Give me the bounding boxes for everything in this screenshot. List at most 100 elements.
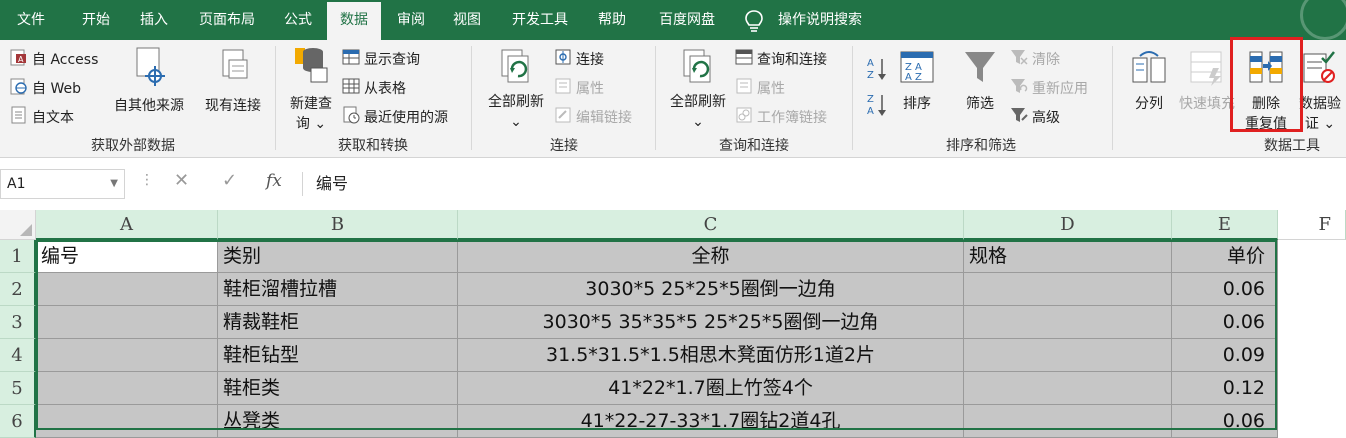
workbook-links-button[interactable]: 工作簿链接 — [735, 106, 827, 128]
separator — [852, 46, 853, 150]
from-web-button[interactable]: 自 Web — [10, 77, 81, 99]
row-header-2[interactable]: 2 — [0, 273, 36, 306]
insert-function-icon[interactable]: fx — [266, 171, 282, 191]
group-label-data-tools: 数据工具 — [1264, 138, 1320, 154]
ribbon: A 自 Access 自 Web 自文本 自其他来源 现有连接 获取外部数据 新… — [0, 40, 1346, 158]
reapply-button[interactable]: 重新应用 — [1010, 77, 1088, 99]
formula-input[interactable]: 编号 — [316, 168, 348, 200]
from-text-button[interactable]: 自文本 — [10, 106, 74, 128]
column-header-c[interactable]: C — [458, 210, 964, 240]
text-to-columns-button[interactable]: 分列 — [1126, 48, 1172, 114]
column-header-e[interactable]: E — [1172, 210, 1278, 240]
group-label-sort-filter: 排序和筛选 — [946, 138, 1016, 154]
tab-insert[interactable]: 插入 — [126, 0, 182, 40]
refresh-all-button[interactable]: 全部刷新 ⌄ — [482, 46, 550, 132]
existing-connections-icon — [198, 46, 268, 96]
tab-formulas[interactable]: 公式 — [272, 0, 324, 40]
flash-fill-icon — [1176, 48, 1238, 94]
refresh-all-queries-caret: ⌄ — [692, 114, 704, 130]
edit-links-icon — [554, 106, 572, 128]
sort-descending-button[interactable]: ZA — [866, 92, 888, 122]
row-header-3[interactable]: 3 — [0, 306, 36, 339]
other-sources-button[interactable]: 自其他来源 — [108, 46, 190, 116]
new-query-button[interactable]: 新建查 询 ⌄ — [283, 44, 339, 134]
column-header-f[interactable]: F — [1278, 210, 1346, 240]
show-queries-button[interactable]: 显示查询 — [342, 48, 420, 70]
filter-button[interactable]: 筛选 — [958, 48, 1002, 114]
cancel-icon[interactable]: ✕ — [174, 170, 189, 191]
queries-connections-button[interactable]: 查询和连接 — [735, 48, 827, 70]
separator — [655, 46, 656, 150]
sort-dialog-icon: Z AA Z — [896, 48, 938, 94]
connections-button[interactable]: 连接 — [554, 48, 604, 70]
query-properties-button[interactable]: 属性 — [735, 77, 785, 99]
selection-border — [36, 240, 1277, 430]
web-icon — [10, 77, 28, 99]
tab-review[interactable]: 审阅 — [384, 0, 438, 40]
svg-text:A Z: A Z — [905, 72, 922, 83]
properties-label: 属性 — [576, 81, 604, 97]
column-header-d[interactable]: D — [964, 210, 1172, 240]
tab-file[interactable]: 文件 — [0, 0, 62, 40]
select-all-corner[interactable] — [0, 210, 36, 240]
connections-icon — [554, 48, 572, 70]
edit-links-button[interactable]: 编辑链接 — [554, 106, 632, 128]
from-table-label: 从表格 — [364, 81, 406, 97]
reapply-icon — [1010, 77, 1028, 99]
sort-descending-icon: ZA — [866, 92, 888, 122]
from-access-button[interactable]: A 自 Access — [10, 48, 98, 70]
svg-text:Z: Z — [867, 70, 874, 81]
table-icon — [342, 77, 360, 99]
row-header-5[interactable]: 5 — [0, 372, 36, 405]
svg-text:A: A — [867, 58, 874, 69]
row-header-4[interactable]: 4 — [0, 339, 36, 372]
workbook-links-label: 工作簿链接 — [757, 110, 827, 126]
tab-help[interactable]: 帮助 — [584, 0, 640, 40]
tell-me-search[interactable]: 操作说明搜索 — [778, 0, 862, 40]
tab-data[interactable]: 数据 — [327, 2, 381, 40]
edit-links-label: 编辑链接 — [576, 110, 632, 126]
from-text-label: 自文本 — [32, 110, 74, 126]
group-label-queries-connections: 查询和连接 — [719, 138, 789, 154]
refresh-icon — [482, 46, 550, 92]
flash-fill-button[interactable]: 快速填充 — [1176, 48, 1238, 114]
svg-text:A: A — [18, 55, 24, 64]
refresh-all-queries-button[interactable]: 全部刷新 ⌄ — [664, 46, 732, 132]
sort-button[interactable]: Z AA Z 排序 — [896, 48, 938, 114]
separator — [275, 46, 276, 150]
advanced-filter-button[interactable]: 高级 — [1010, 106, 1060, 128]
svg-text:A: A — [867, 106, 874, 117]
split-column-icon — [1126, 48, 1172, 94]
workbook-links-icon — [735, 106, 753, 128]
chevron-down-icon[interactable]: ▼ — [110, 170, 118, 198]
tab-view[interactable]: 视图 — [440, 0, 494, 40]
row-header-1[interactable]: 1 — [0, 240, 36, 273]
existing-connections-button[interactable]: 现有连接 — [198, 46, 268, 116]
sort-ascending-button[interactable]: AZ — [866, 56, 888, 86]
properties-icon — [554, 77, 572, 99]
tab-baidu-netdisk[interactable]: 百度网盘 — [644, 0, 730, 40]
flash-fill-label: 快速填充 — [1179, 96, 1235, 112]
enter-icon[interactable]: ✓ — [222, 170, 237, 191]
from-table-button[interactable]: 从表格 — [342, 77, 406, 99]
clear-filter-button[interactable]: 清除 — [1010, 48, 1060, 70]
separator — [1112, 46, 1113, 150]
column-header-a[interactable]: A — [36, 210, 218, 240]
more-options-icon[interactable]: ⋮ — [140, 172, 154, 188]
show-queries-label: 显示查询 — [364, 52, 420, 68]
table-icon — [342, 48, 360, 70]
tab-home[interactable]: 开始 — [66, 0, 126, 40]
tab-developer[interactable]: 开发工具 — [500, 0, 580, 40]
tab-page-layout[interactable]: 页面布局 — [184, 0, 270, 40]
column-header-b[interactable]: B — [218, 210, 458, 240]
text-to-columns-label: 分列 — [1135, 96, 1163, 112]
name-box[interactable]: A1 ▼ — [0, 169, 125, 199]
refresh-all-label: 全部刷新 — [488, 94, 544, 110]
separator — [302, 172, 303, 196]
group-label-connections: 连接 — [550, 138, 578, 154]
recent-sources-button[interactable]: 最近使用的源 — [342, 106, 448, 128]
properties-button[interactable]: 属性 — [554, 77, 604, 99]
group-label-external-data: 获取外部数据 — [91, 138, 175, 154]
advanced-filter-label: 高级 — [1032, 110, 1060, 126]
recent-sources-label: 最近使用的源 — [364, 110, 448, 126]
